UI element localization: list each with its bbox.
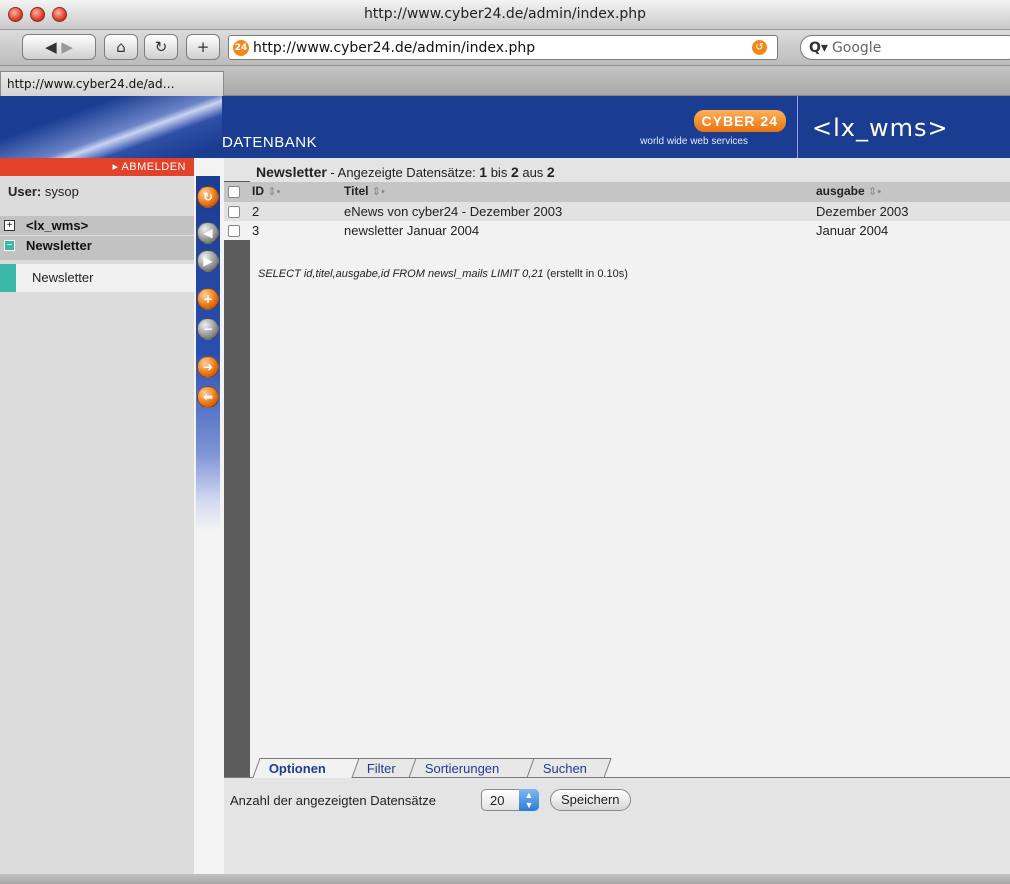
column-header-label: ID: [252, 184, 264, 198]
column-header-id[interactable]: ID ⇕•: [252, 184, 280, 198]
next-icon[interactable]: ▶: [197, 250, 219, 272]
forward-arrow-icon: ▶: [61, 38, 73, 56]
import-icon[interactable]: ⬅: [197, 386, 219, 408]
tree-item-label: Newsletter: [26, 238, 92, 253]
summary-from: 1: [479, 164, 488, 180]
browser-toolbar: ◀ ▶ ⌂ ↻ + 24 http://www.cyber24.de/admin…: [0, 30, 1010, 66]
page-title: Newsletter: [256, 164, 327, 180]
app-name: <lx_wms>: [812, 114, 949, 142]
app-header: DATENBANK CYBER 24 world wide web servic…: [0, 96, 1010, 158]
back-forward-button[interactable]: ◀ ▶: [22, 34, 96, 60]
column-header-label: ausgabe: [816, 184, 865, 198]
cell-id: 2: [252, 204, 260, 219]
plus-icon: +: [196, 38, 210, 56]
row-checkbox[interactable]: [228, 225, 240, 237]
expand-icon[interactable]: +: [4, 220, 15, 231]
table-header: ID ⇕• Titel ⇕• ausgabe ⇕•: [224, 182, 1010, 202]
address-bar[interactable]: 24 http://www.cyber24.de/admin/index.php…: [228, 35, 778, 60]
tab-label: Sortierungen: [424, 761, 500, 776]
window-title: http://www.cyber24.de/admin/index.php: [363, 6, 647, 22]
cell-ausgabe: Januar 2004: [816, 223, 889, 238]
add-bookmark-button[interactable]: +: [186, 34, 220, 60]
records-per-page-select[interactable]: 20 ▲ ▼: [481, 789, 539, 811]
user-name: sysop: [44, 184, 79, 199]
tab-label: Suchen: [542, 761, 587, 776]
summary-to-label: bis: [487, 165, 511, 180]
browser-tabbar: http://www.cyber24.de/ad…: [0, 66, 1010, 96]
table-row[interactable]: 3 newsletter Januar 2004 Januar 2004: [224, 221, 1010, 240]
row-selector-column: [224, 181, 250, 778]
tab-optionen[interactable]: Optionen: [252, 758, 360, 778]
sort-icon[interactable]: ⇕•: [267, 186, 280, 198]
column-header-ausgabe[interactable]: ausgabe ⇕•: [816, 184, 881, 198]
select-all-checkbox[interactable]: [228, 186, 240, 198]
logo-text: CYBER 24: [693, 110, 786, 132]
address-text: http://www.cyber24.de/admin/index.php: [253, 39, 536, 56]
tab-sortierungen[interactable]: Sortierungen: [408, 758, 536, 778]
home-button[interactable]: ⌂: [104, 34, 138, 60]
table-row[interactable]: 2 eNews von cyber24 - Dezember 2003 Deze…: [224, 202, 1010, 221]
section-title: DATENBANK: [222, 134, 318, 151]
tab-label: Filter: [366, 761, 396, 776]
header-divider: [797, 96, 798, 158]
active-indicator: [0, 264, 16, 292]
collapse-icon[interactable]: −: [4, 240, 15, 251]
row-checkbox[interactable]: [228, 206, 240, 218]
action-icon-column: ↻ ◀ ▶ + − ➜ ⬅: [194, 158, 224, 874]
sql-query-info: SELECT id,titel,ausgabe,id FROM newsl_ma…: [258, 268, 628, 280]
export-icon[interactable]: ➜: [197, 356, 219, 378]
previous-icon[interactable]: ◀: [197, 222, 219, 244]
search-field[interactable]: Q▾ Google: [800, 35, 1010, 60]
list-summary: Newsletter - Angezeigte Datensätze: 1 bi…: [256, 164, 555, 180]
logout-button[interactable]: ▸ ABMELDEN: [0, 158, 194, 176]
column-header-titel[interactable]: Titel ⇕•: [344, 184, 385, 198]
summary-to: 2: [510, 164, 519, 180]
site-favicon-icon: 24: [233, 39, 249, 56]
tab-label: Optionen: [268, 761, 326, 776]
cyber24-logo: CYBER 24 world wide web services: [626, 110, 786, 147]
sql-query: SELECT id,titel,ausgabe,id FROM newsl_ma…: [258, 268, 544, 280]
home-icon: ⌂: [116, 38, 126, 56]
cell-title[interactable]: newsletter Januar 2004: [344, 223, 479, 238]
sql-time: (erstellt in 0.10s): [546, 268, 628, 280]
user-info: User: sysop: [8, 184, 79, 199]
sidebar-item-newsletter[interactable]: Newsletter: [16, 264, 194, 292]
records-per-page-label: Anzahl der angezeigten Datensätze: [230, 793, 436, 808]
back-arrow-icon: ◀: [45, 38, 57, 56]
logout-label: ABMELDEN: [121, 161, 186, 173]
tree-item-newsletter[interactable]: − Newsletter: [0, 236, 194, 260]
logo-subtitle: world wide web services: [640, 136, 748, 147]
content-area: [250, 220, 1010, 778]
select-arrows-icon: ▲ ▼: [519, 789, 539, 811]
cell-id: 3: [252, 223, 260, 238]
save-button[interactable]: Speichern: [550, 789, 631, 811]
sort-icon[interactable]: ⇕•: [868, 186, 881, 198]
page-reload-icon[interactable]: ↺: [752, 40, 767, 55]
tab-suchen[interactable]: Suchen: [526, 758, 612, 778]
add-record-icon[interactable]: +: [197, 288, 219, 310]
records-per-page-value: 20: [490, 793, 505, 808]
column-header-label: Titel: [344, 184, 369, 198]
reload-icon: ↻: [154, 38, 168, 56]
window-titlebar: http://www.cyber24.de/admin/index.php: [0, 0, 1010, 30]
tab-filter[interactable]: Filter: [350, 758, 418, 778]
user-label: User:: [8, 184, 42, 199]
header-swoosh-graphic: [0, 96, 222, 158]
summary-total: 2: [546, 164, 555, 180]
cell-ausgabe: Dezember 2003: [816, 204, 909, 219]
reload-button[interactable]: ↻: [144, 34, 178, 60]
sort-icon[interactable]: ⇕•: [372, 186, 385, 198]
tree-item-label: <lx_wms>: [26, 218, 89, 233]
browser-tab[interactable]: http://www.cyber24.de/ad…: [0, 71, 224, 96]
cell-title[interactable]: eNews von cyber24 - Dezember 2003: [344, 204, 562, 219]
options-panel: Anzahl der angezeigten Datensätze 20 ▲ ▼ …: [224, 777, 1010, 874]
summary-of-label: aus: [518, 165, 547, 180]
tree-item-lx-wms[interactable]: + <lx_wms>: [0, 216, 194, 235]
summary-prefix: - Angezeigte Datensätze:: [326, 165, 480, 180]
browser-statusbar: [0, 874, 1010, 884]
search-placeholder: Google: [831, 39, 882, 56]
remove-record-icon[interactable]: −: [197, 318, 219, 340]
search-icon: Q▾: [809, 39, 828, 56]
refresh-icon[interactable]: ↻: [197, 186, 219, 208]
